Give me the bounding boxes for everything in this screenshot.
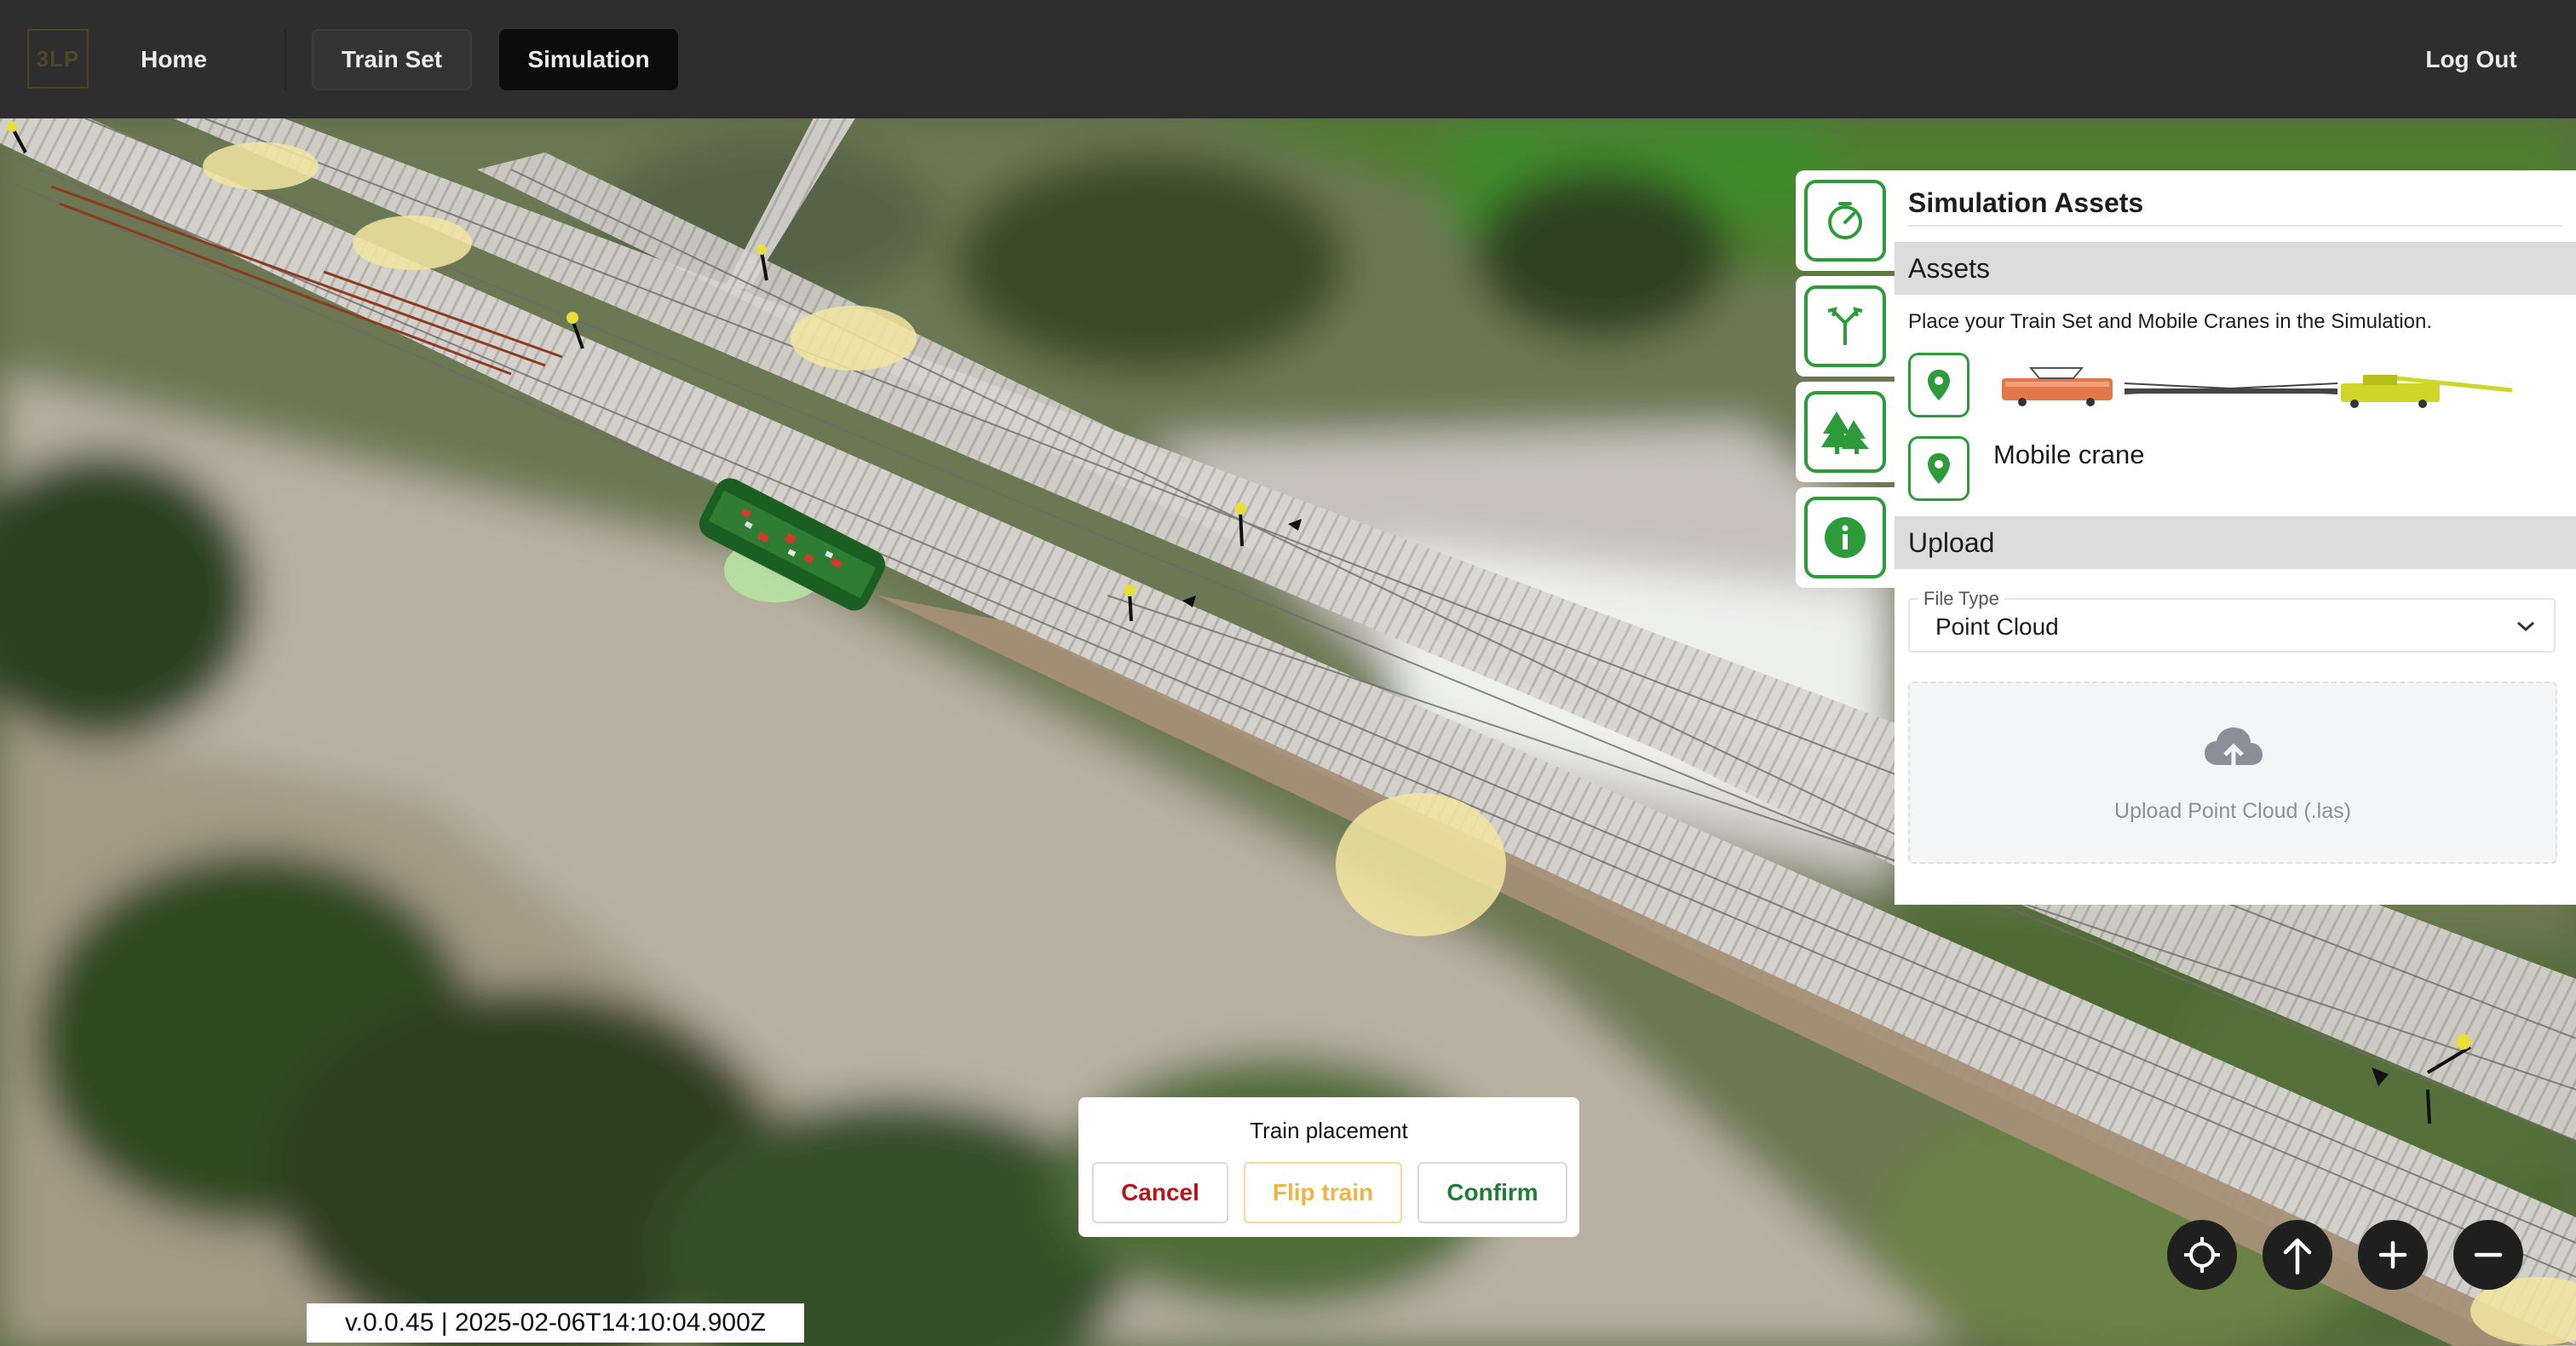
upload-section-heading: Upload [1895, 516, 2576, 569]
file-type-select[interactable]: File Type Point Cloud [1908, 588, 2556, 653]
trees-button[interactable] [1796, 382, 1895, 482]
nav-simulation-button[interactable]: Simulation [499, 29, 678, 90]
zoom-out-button[interactable] [2453, 1220, 2523, 1290]
file-type-value: Point Cloud [1935, 613, 2059, 640]
plus-icon [2378, 1240, 2407, 1269]
dropzone-text: Upload Point Cloud (.las) [2114, 799, 2351, 823]
place-train-set-button[interactable] [1908, 353, 1969, 417]
track-switch-icon [1827, 307, 1863, 345]
info-icon [1825, 517, 1866, 558]
app-logo: 3LP [27, 29, 89, 89]
speed-timer-icon [1828, 202, 1862, 239]
map-pin-icon [1928, 453, 1950, 484]
cancel-button[interactable]: Cancel [1092, 1162, 1228, 1223]
info-button[interactable] [1796, 487, 1895, 588]
nav-divider [285, 29, 286, 90]
minus-icon [2474, 1252, 2503, 1257]
simulation-tools [1796, 170, 1895, 593]
assets-section-heading: Assets [1895, 242, 2576, 295]
nav-home-button[interactable]: Home [107, 29, 240, 90]
dialog-title: Train placement [1250, 1118, 1408, 1143]
cloud-upload-icon [2205, 728, 2263, 774]
top-navigation-bar: 3LP Home Train Set Simulation Log Out [0, 0, 2576, 118]
assets-description: Place your Train Set and Mobile Cranes i… [1908, 310, 2432, 333]
train-placement-dialog: Train placement Cancel Flip train Confir… [1078, 1097, 1579, 1237]
mobile-crane-label: Mobile crane [1993, 440, 2145, 469]
train-set-thumbnail [2002, 367, 2513, 408]
trees-icon [1821, 411, 1869, 454]
place-mobile-crane-button[interactable] [1908, 436, 1969, 501]
locate-button[interactable] [2167, 1220, 2237, 1290]
reset-north-button[interactable] [2263, 1220, 2332, 1290]
chevron-down-icon [2517, 621, 2534, 632]
version-label: v.0.0.45 | 2025-02-06T14:10:04.900Z [307, 1303, 804, 1343]
panel-title: Simulation Assets [1908, 187, 2562, 227]
confirm-button[interactable]: Confirm [1417, 1162, 1567, 1223]
simulation-assets-panel: Simulation Assets Assets Place your Trai… [1895, 170, 2576, 905]
file-type-label: File Type [1918, 588, 2004, 610]
arrow-up-icon [2283, 1238, 2312, 1274]
track-switch-button[interactable] [1796, 276, 1895, 377]
map-pin-icon [1928, 370, 1950, 400]
crosshair-icon [2184, 1237, 2220, 1273]
zoom-in-button[interactable] [2358, 1220, 2428, 1290]
logout-button[interactable]: Log Out [2407, 29, 2535, 90]
nav-train-set-button[interactable]: Train Set [312, 29, 472, 90]
flip-train-button[interactable]: Flip train [1244, 1162, 1402, 1223]
speed-timer-button[interactable] [1796, 170, 1895, 271]
point-cloud-upload-dropzone[interactable]: Upload Point Cloud (.las) [1908, 682, 2557, 864]
